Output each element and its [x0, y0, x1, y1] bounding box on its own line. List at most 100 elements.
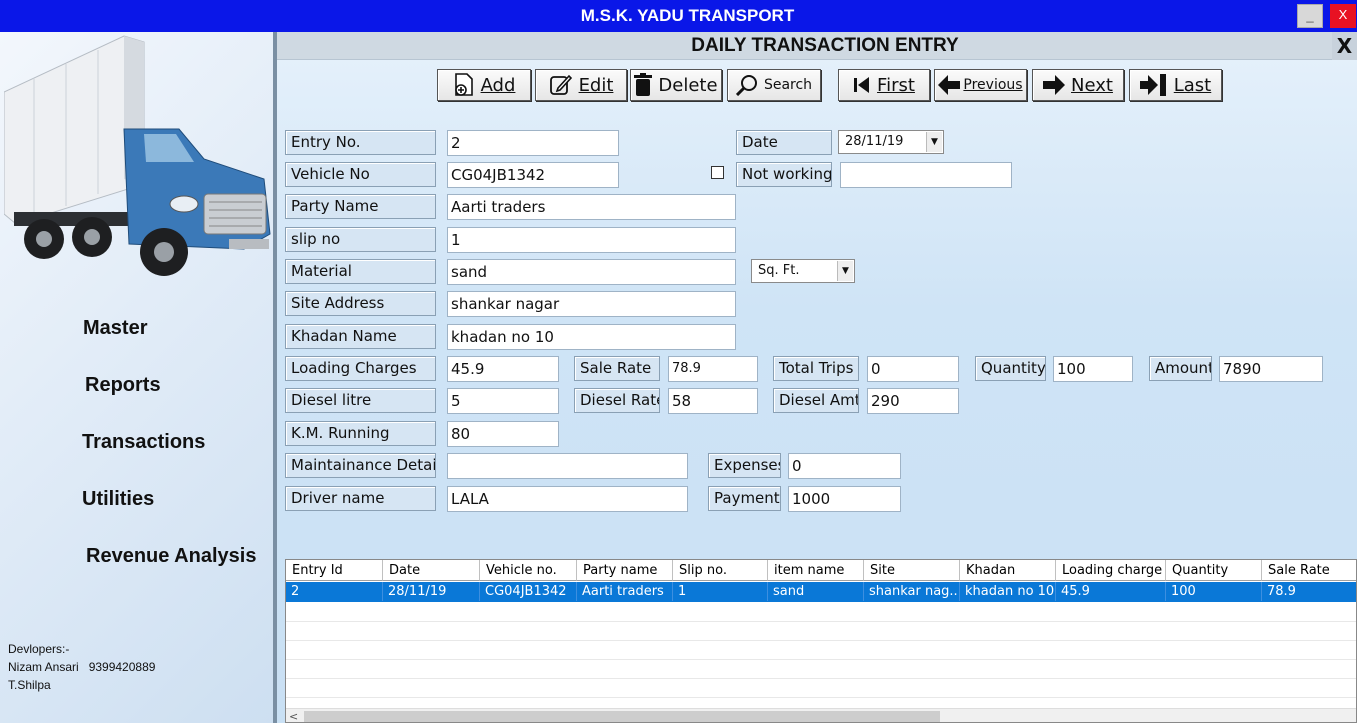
table-cell: sand [768, 582, 864, 601]
column-header[interactable]: Slip no. [673, 560, 768, 581]
km-running-label: K.M. Running [285, 421, 436, 446]
slip-no-field[interactable]: 1 [447, 227, 736, 253]
sale-rate-field[interactable]: 78.9 [668, 356, 758, 382]
date-label: Date [736, 130, 832, 155]
developer-2: T.Shilpa [8, 678, 51, 692]
quantity-field[interactable]: 100 [1053, 356, 1133, 382]
party-name-field[interactable]: Aarti traders [447, 194, 736, 220]
title-bar: M.S.K. YADU TRANSPORT _ X [0, 0, 1357, 32]
menu-transactions[interactable]: Transactions [82, 431, 205, 454]
table-cell: 45.9 [1056, 582, 1166, 601]
diesel-litre-field[interactable]: 5 [447, 388, 559, 414]
khadan-name-field[interactable]: khadan no 10 [447, 324, 736, 350]
unit-dropdown[interactable]: Sq. Ft. ▼ [751, 259, 855, 283]
khadan-name-label: Khadan Name [285, 324, 436, 349]
developers-heading: Devlopers:- [8, 642, 70, 656]
table-cell: 100 [1166, 582, 1262, 601]
loading-charges-field[interactable]: 45.9 [447, 356, 559, 382]
table-cell: 28/11/19 [383, 582, 480, 601]
payment-label: Payment [708, 486, 781, 511]
amount-field[interactable]: 7890 [1219, 356, 1323, 382]
column-header[interactable]: Loading charge [1056, 560, 1166, 581]
transactions-table[interactable]: Entry Id Date Vehicle no. Party name Sli… [285, 559, 1357, 723]
edit-label: Edit [578, 74, 614, 96]
driver-name-label: Driver name [285, 486, 436, 511]
table-cell: 78.9 [1267, 584, 1296, 599]
unit-value: Sq. Ft. [758, 263, 800, 278]
date-picker[interactable]: 28/11/19 ▼ [838, 130, 944, 154]
edit-button[interactable]: Edit [535, 69, 627, 101]
row-divider [286, 640, 1356, 641]
scrollbar-thumb[interactable] [304, 711, 940, 722]
entry-no-field[interactable]: 2 [447, 130, 619, 156]
sale-rate-label: Sale Rate [574, 356, 660, 381]
site-address-field[interactable]: shankar nagar [447, 291, 736, 317]
menu-revenue-analysis[interactable]: Revenue Analysis [86, 545, 256, 568]
expenses-field[interactable]: 0 [788, 453, 901, 479]
first-label: First [877, 74, 915, 96]
column-header[interactable]: Quantity [1166, 560, 1262, 581]
last-icon [1139, 74, 1166, 96]
column-header[interactable]: item name [768, 560, 864, 581]
previous-button[interactable]: Previous [934, 69, 1027, 101]
column-header[interactable]: Khadan [960, 560, 1056, 581]
not-working-checkbox[interactable] [711, 166, 724, 179]
km-running-field[interactable]: 80 [447, 421, 559, 447]
table-cell: khadan no 10 [960, 582, 1056, 601]
next-button[interactable]: Next [1032, 69, 1124, 101]
row-divider [286, 678, 1356, 679]
delete-button[interactable]: Delete [630, 69, 722, 101]
close-window-button[interactable]: X [1330, 4, 1356, 28]
menu-master[interactable]: Master [83, 317, 147, 340]
horizontal-scrollbar[interactable]: < [286, 708, 1356, 722]
form-close-button[interactable]: X [1332, 32, 1357, 60]
column-header[interactable]: Site [864, 560, 960, 581]
vehicle-no-label: Vehicle No [285, 162, 436, 187]
not-working-field[interactable] [840, 162, 1012, 188]
entry-no-label: Entry No. [285, 130, 436, 155]
vehicle-no-field[interactable]: CG04JB1342 [447, 162, 619, 188]
column-header[interactable]: Sale Rate [1262, 560, 1356, 581]
chevron-down-icon[interactable]: ▼ [926, 132, 942, 152]
total-trips-field[interactable]: 0 [867, 356, 959, 382]
table-cell: shankar nag... [864, 582, 960, 601]
scroll-left-icon[interactable]: < [289, 709, 298, 722]
last-button[interactable]: Last [1129, 69, 1222, 101]
window-title: M.S.K. YADU TRANSPORT [580, 6, 795, 25]
row-divider [286, 621, 1356, 622]
maintainance-detail-field[interactable] [447, 453, 688, 479]
search-label: Search [763, 77, 813, 93]
column-header[interactable]: Date [383, 560, 480, 581]
developer-1: Nizam Ansari 9399420889 [8, 660, 156, 674]
diesel-rate-label: Diesel Rate [574, 388, 660, 413]
arrow-right-icon [1043, 75, 1066, 95]
date-value: 28/11/19 [845, 134, 904, 149]
form-title: DAILY TRANSACTION ENTRY [691, 35, 959, 56]
table-cell: CG04JB1342 [480, 582, 577, 601]
menu-reports[interactable]: Reports [85, 374, 161, 397]
chevron-down-icon[interactable]: ▼ [837, 261, 853, 281]
site-address-label: Site Address [285, 291, 436, 316]
edit-icon [549, 74, 572, 95]
maintainance-detail-label: Maintainance Detail [285, 453, 436, 478]
column-header[interactable]: Entry Id [286, 560, 383, 581]
form-header: DAILY TRANSACTION ENTRY X [277, 32, 1357, 60]
payment-field[interactable]: 1000 [788, 486, 901, 512]
material-label: Material [285, 259, 436, 284]
column-header[interactable]: Party name [577, 560, 673, 581]
arrow-left-icon [938, 75, 961, 95]
menu-utilities[interactable]: Utilities [82, 488, 154, 511]
minimize-button[interactable]: _ [1297, 4, 1323, 28]
table-row[interactable]: 2 28/11/19 CG04JB1342 Aarti traders 1 sa… [286, 582, 1356, 602]
next-label: Next [1071, 74, 1113, 96]
driver-name-field[interactable]: LALA [447, 486, 688, 512]
first-button[interactable]: First [838, 69, 930, 101]
material-field[interactable]: sand [447, 259, 736, 285]
add-button[interactable]: Add [437, 69, 531, 101]
column-header[interactable]: Vehicle no. [480, 560, 577, 581]
search-button[interactable]: Search [727, 69, 821, 101]
diesel-rate-field[interactable]: 58 [668, 388, 758, 414]
row-divider [286, 659, 1356, 660]
diesel-litre-label: Diesel litre [285, 388, 436, 413]
diesel-amt-field[interactable]: 290 [867, 388, 959, 414]
